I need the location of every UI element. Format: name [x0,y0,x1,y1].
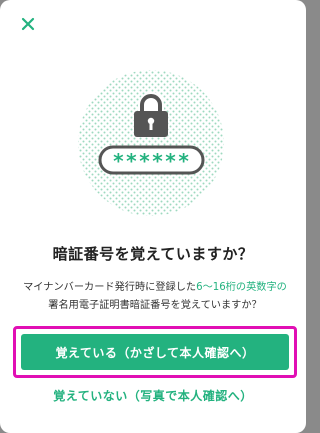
close-button[interactable] [18,14,38,34]
password-mask-text: ****** [112,149,190,173]
remember-pin-button[interactable]: 覚えている（かざして本人確認へ） [21,334,289,370]
dotted-circle-background [78,70,224,216]
dialog-description: マイナンバーカード発行時に登録した6〜16桁の英数字の 署名用電子証明書暗証番号… [14,279,296,315]
dialog: ****** 暗証番号を覚えていますか？ マイナンバーカード発行時に登録した6〜… [0,0,306,433]
description-highlight: 6〜16桁の英数字の [196,282,287,293]
forgot-pin-link[interactable]: 覚えていない（写真で本人確認へ） [0,387,306,404]
description-text: マイナンバーカード発行時に登録した [23,282,197,293]
description-cert-name: 署名用電子証明書暗証番号 [48,300,171,311]
dialog-title: 暗証番号を覚えていますか？ [52,245,254,263]
password-illustration: ****** [78,70,224,216]
close-icon [21,17,35,31]
description-question: を覚えていますか？ [170,300,262,311]
password-field-icon: ****** [98,145,205,175]
